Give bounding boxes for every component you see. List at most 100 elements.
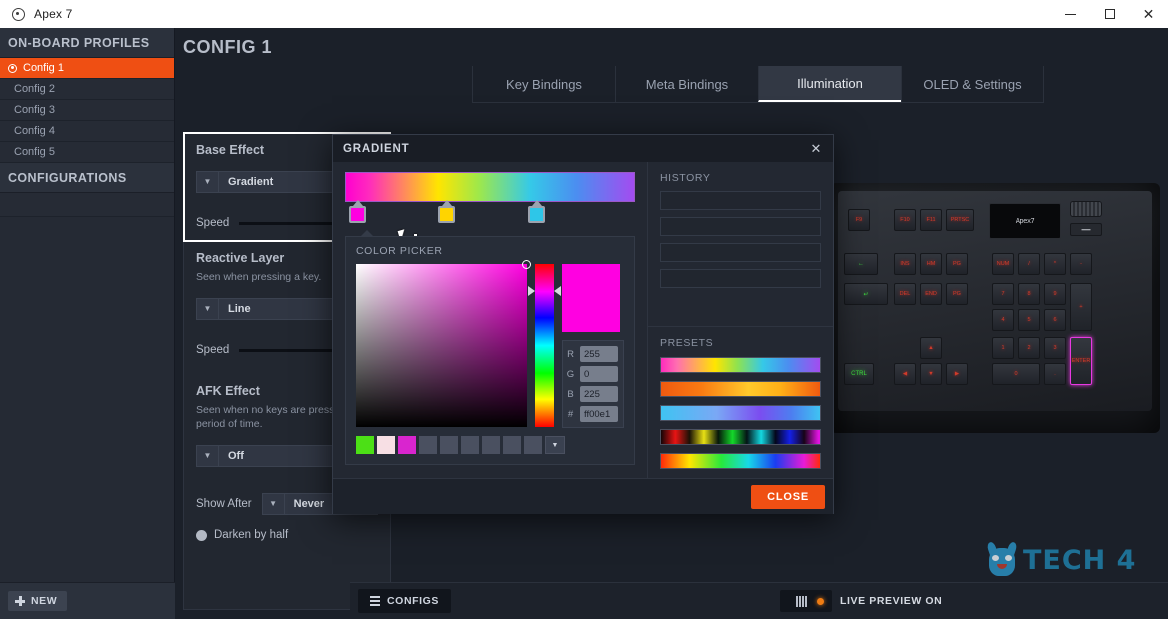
key-arrow-down[interactable]: ▼ xyxy=(920,363,942,385)
color-picker-row: R 255 G 0 B 225 # ff00e1 xyxy=(356,260,624,428)
sidebar-item-label: Config 3 xyxy=(14,104,55,116)
tab-bar: Key Bindings Meta Bindings Illumination … xyxy=(472,66,1044,103)
key-plus[interactable]: + xyxy=(1070,283,1092,331)
blue-input[interactable]: 225 xyxy=(580,386,618,402)
key-home[interactable]: HM xyxy=(920,253,942,275)
sidebar-footer: NEW xyxy=(0,582,175,619)
key-pageup[interactable]: PG xyxy=(946,253,968,275)
red-row: R 255 xyxy=(565,346,618,362)
key-enter[interactable]: ↵ xyxy=(844,283,888,305)
swatch-3[interactable] xyxy=(398,436,416,454)
red-input[interactable]: 255 xyxy=(580,346,618,362)
swatches-chevron-down-icon[interactable]: ▼ xyxy=(545,436,565,454)
hex-input[interactable]: ff00e1 xyxy=(580,406,618,422)
gradient-stop-2[interactable] xyxy=(438,200,455,224)
stop-color-swatch xyxy=(349,206,366,223)
maximize-icon xyxy=(1104,9,1115,19)
key-num-decimal[interactable]: . xyxy=(1044,363,1066,385)
key-backspace[interactable]: ← xyxy=(844,253,878,275)
history-slot-4[interactable] xyxy=(660,269,821,288)
key-delete[interactable]: DEL xyxy=(894,283,916,305)
key-f10[interactable]: F10 xyxy=(894,209,916,231)
preset-2[interactable] xyxy=(660,381,821,397)
swatch-8[interactable] xyxy=(503,436,521,454)
sidebar-item-config-3[interactable]: Config 3 xyxy=(0,100,174,121)
stop-color-swatch xyxy=(438,206,455,223)
maximize-button[interactable] xyxy=(1090,0,1129,28)
configs-button[interactable]: CONFIGS xyxy=(358,589,452,613)
key-arrow-up[interactable]: ▲ xyxy=(920,337,942,359)
tab-key-bindings[interactable]: Key Bindings xyxy=(472,66,615,102)
key-num1[interactable]: 1 xyxy=(992,337,1014,359)
swatch-6[interactable] xyxy=(461,436,479,454)
key-arrow-right[interactable]: ▶ xyxy=(946,363,968,385)
key-divide[interactable]: / xyxy=(1018,253,1040,275)
key-num6[interactable]: 6 xyxy=(1044,309,1066,331)
minimize-button[interactable] xyxy=(1051,0,1090,28)
key-insert[interactable]: INS xyxy=(894,253,916,275)
key-numpad-enter[interactable]: ENTER xyxy=(1070,337,1092,385)
key-num2[interactable]: 2 xyxy=(1018,337,1040,359)
sv-cursor-icon[interactable] xyxy=(522,260,531,269)
key-num8[interactable]: 8 xyxy=(1018,283,1040,305)
configs-label: CONFIGS xyxy=(387,595,440,607)
key-multiply[interactable]: * xyxy=(1044,253,1066,275)
keyboard-preview: Apex7 F9 F10 F11 PRTSC ← INS HM PG NUM /… xyxy=(830,183,1160,433)
preset-5[interactable] xyxy=(660,453,821,469)
key-pagedown[interactable]: PG xyxy=(946,283,968,305)
status-dot-icon xyxy=(817,597,824,605)
tab-oled-settings[interactable]: OLED & Settings xyxy=(901,66,1044,102)
tab-illumination[interactable]: Illumination xyxy=(758,66,901,102)
green-input[interactable]: 0 xyxy=(580,366,618,382)
new-profile-button[interactable]: NEW xyxy=(8,591,68,611)
red-label: R xyxy=(567,348,574,360)
gradient-stop-3[interactable] xyxy=(528,200,545,224)
tab-meta-bindings[interactable]: Meta Bindings xyxy=(615,66,758,102)
key-num0[interactable]: 0 xyxy=(992,363,1040,385)
key-numlock[interactable]: NUM xyxy=(992,253,1014,275)
swatch-7[interactable] xyxy=(482,436,500,454)
key-num7[interactable]: 7 xyxy=(992,283,1014,305)
swatch-1[interactable] xyxy=(356,436,374,454)
swatch-4[interactable] xyxy=(419,436,437,454)
hue-slider[interactable] xyxy=(528,264,561,427)
key-num9[interactable]: 9 xyxy=(1044,283,1066,305)
history-slot-3[interactable] xyxy=(660,243,821,262)
sidebar-item-config-5[interactable]: Config 5 xyxy=(0,142,174,163)
key-minus[interactable]: - xyxy=(1070,253,1092,275)
live-preview-toggle[interactable] xyxy=(780,590,832,612)
key-end[interactable]: END xyxy=(920,283,942,305)
saturation-value-box[interactable] xyxy=(356,260,531,427)
color-values-pane: R 255 G 0 B 225 # ff00e1 xyxy=(562,264,624,428)
key-ctrl[interactable]: CTRL xyxy=(844,363,874,385)
close-button[interactable]: ✕ xyxy=(1129,0,1168,28)
swatch-5[interactable] xyxy=(440,436,458,454)
preset-1[interactable] xyxy=(660,357,821,373)
swatch-2[interactable] xyxy=(377,436,395,454)
key-f11[interactable]: F11 xyxy=(920,209,942,231)
key-f9[interactable]: F9 xyxy=(848,209,870,231)
swatch-9[interactable] xyxy=(524,436,542,454)
preset-3[interactable] xyxy=(660,405,821,421)
sidebar-item-config-2[interactable]: Config 2 xyxy=(0,79,174,100)
key-f12[interactable]: PRTSC xyxy=(946,209,974,231)
gradient-stop-1[interactable] xyxy=(349,200,366,224)
key-arrow-left[interactable]: ◀ xyxy=(894,363,916,385)
sidebar-item-config-1[interactable]: Config 1 xyxy=(0,58,174,79)
history-slot-2[interactable] xyxy=(660,217,821,236)
history-slot-1[interactable] xyxy=(660,191,821,210)
key-num3[interactable]: 3 xyxy=(1044,337,1066,359)
dialog-header: GRADIENT ✕ xyxy=(333,135,833,162)
rgb-inputs: R 255 G 0 B 225 # ff00e1 xyxy=(562,340,624,428)
gradient-bar[interactable] xyxy=(345,172,635,202)
dialog-close-icon[interactable]: ✕ xyxy=(807,140,825,158)
dialog-close-button[interactable]: CLOSE xyxy=(751,484,825,509)
sidebar-item-config-4[interactable]: Config 4 xyxy=(0,121,174,142)
darken-by-half-row[interactable]: Darken by half xyxy=(196,529,378,541)
key-num4[interactable]: 4 xyxy=(992,309,1014,331)
checkbox-icon[interactable] xyxy=(196,529,207,541)
base-speed-label: Speed xyxy=(196,217,230,229)
sidebar-profiles-header: ON-BOARD PROFILES xyxy=(0,28,174,58)
key-num5[interactable]: 5 xyxy=(1018,309,1040,331)
preset-4[interactable] xyxy=(660,429,821,445)
